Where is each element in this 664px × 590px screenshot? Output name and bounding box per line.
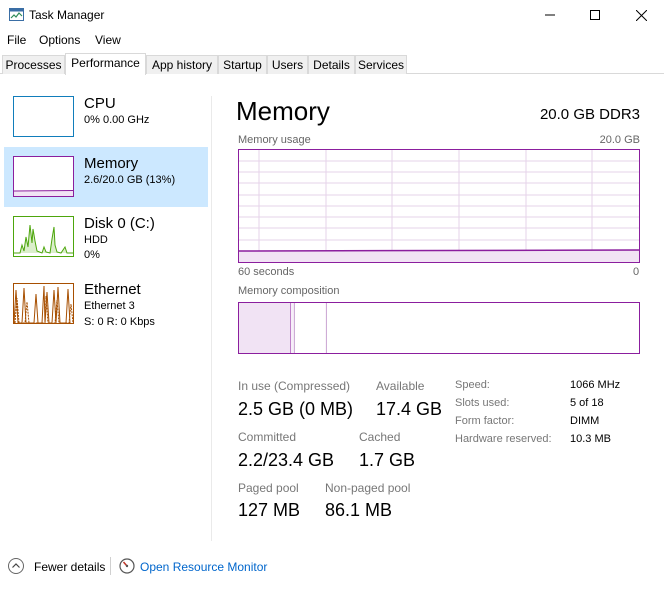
- tab-app-history[interactable]: App history: [146, 55, 218, 74]
- sidebar-item-label: Ethernet: [84, 281, 141, 298]
- page-title: Memory: [236, 96, 330, 126]
- available-value: 17.4 GB: [376, 399, 443, 419]
- sidebar-item-detail: Ethernet 3: [84, 300, 135, 312]
- disk-thumbnail-graph: [13, 216, 74, 257]
- usage-chart-max: 20.0 GB: [599, 134, 640, 146]
- maximize-icon: [590, 10, 600, 20]
- usage-chart-x-right: 0: [633, 266, 640, 278]
- memory-usage-chart: [238, 149, 640, 263]
- sidebar-item-detail: HDD: [84, 234, 108, 246]
- panel-divider: [211, 96, 212, 541]
- tab-startup[interactable]: Startup: [218, 55, 267, 74]
- resource-monitor-icon[interactable]: [119, 558, 135, 574]
- menu-view[interactable]: View: [95, 33, 121, 47]
- sidebar-item-label: CPU: [84, 95, 116, 112]
- speed-label: Speed:: [455, 379, 490, 391]
- memory-usage-graph: [238, 150, 640, 262]
- window-title: Task Manager: [29, 8, 105, 22]
- tab-bar: Processes Performance App history Startu…: [0, 53, 664, 75]
- nonpaged-pool-value: 86.1 MB: [325, 500, 393, 520]
- form-factor-label: Form factor:: [455, 415, 515, 427]
- tab-details[interactable]: Details: [308, 55, 355, 74]
- available-label: Available: [376, 379, 425, 393]
- chevron-up-icon[interactable]: [8, 558, 24, 574]
- in-use-value: 2.5 GB (0 MB): [238, 399, 354, 419]
- memory-composition-bar: [238, 302, 640, 354]
- composition-in-use: [239, 303, 291, 353]
- cached-label: Cached: [359, 430, 401, 444]
- hardware-reserved-value: 10.3 MB: [570, 433, 611, 445]
- menu-options[interactable]: Options: [39, 33, 80, 47]
- sidebar-item-label: Disk 0 (C:): [84, 215, 155, 232]
- cached-value: 1.7 GB: [359, 450, 416, 470]
- sidebar-item-disk[interactable]: Disk 0 (C:) HDD 0%: [4, 207, 208, 267]
- menu-file[interactable]: File: [7, 33, 26, 47]
- close-icon: [635, 9, 647, 21]
- sidebar-item-label: Memory: [84, 155, 139, 172]
- tab-services[interactable]: Services: [355, 55, 407, 74]
- sidebar-item-detail-2: 0%: [84, 249, 100, 261]
- paged-pool-label: Paged pool: [238, 481, 299, 495]
- sidebar-item-ethernet[interactable]: Ethernet Ethernet 3 S: 0 R: 0 Kbps: [4, 274, 208, 334]
- usage-line: [238, 249, 640, 252]
- tab-processes[interactable]: Processes: [2, 55, 65, 74]
- sidebar-item-detail: 0% 0.00 GHz: [84, 114, 150, 126]
- cpu-thumbnail-graph: [13, 96, 74, 137]
- memory-capacity: 20.0 GB DDR3: [539, 106, 640, 123]
- composition-label: Memory composition: [238, 285, 340, 297]
- memory-thumbnail-graph: [13, 156, 74, 197]
- sidebar-item-detail: 2.6/20.0 GB (13%): [84, 174, 176, 186]
- maximize-button[interactable]: [572, 0, 618, 30]
- hardware-reserved-label: Hardware reserved:: [455, 433, 552, 445]
- minimize-icon: [545, 14, 555, 16]
- sidebar-item-cpu[interactable]: CPU 0% 0.00 GHz: [4, 87, 208, 147]
- nonpaged-pool-label: Non-paged pool: [325, 481, 411, 495]
- slots-label: Slots used:: [455, 397, 510, 409]
- usage-chart-label: Memory usage: [238, 134, 311, 146]
- title-bar: Task Manager: [0, 0, 664, 30]
- usage-area: [239, 251, 639, 262]
- footer-divider: [110, 557, 111, 575]
- committed-value: 2.2/23.4 GB: [238, 450, 335, 470]
- tab-users[interactable]: Users: [267, 55, 308, 74]
- in-use-label: In use (Compressed): [238, 379, 351, 393]
- form-factor-value: DIMM: [570, 415, 600, 427]
- close-button[interactable]: [618, 0, 664, 30]
- usage-chart-x-left: 60 seconds: [238, 266, 295, 278]
- tab-performance[interactable]: Performance: [65, 53, 146, 75]
- speed-value: 1066 MHz: [570, 379, 621, 391]
- composition-modified: [291, 303, 295, 353]
- minimize-button[interactable]: [527, 0, 573, 30]
- slots-value: 5 of 18: [570, 397, 604, 409]
- ethernet-thumbnail-graph: [13, 283, 74, 324]
- app-icon: [9, 8, 24, 21]
- paged-pool-value: 127 MB: [238, 500, 301, 520]
- committed-label: Committed: [238, 430, 297, 444]
- fewer-details-link[interactable]: Fewer details: [34, 560, 105, 574]
- sidebar-item-detail-2: S: 0 R: 0 Kbps: [84, 316, 155, 328]
- open-resource-monitor-link[interactable]: Open Resource Monitor: [140, 560, 267, 574]
- sidebar-item-memory[interactable]: Memory 2.6/20.0 GB (13%): [4, 147, 208, 207]
